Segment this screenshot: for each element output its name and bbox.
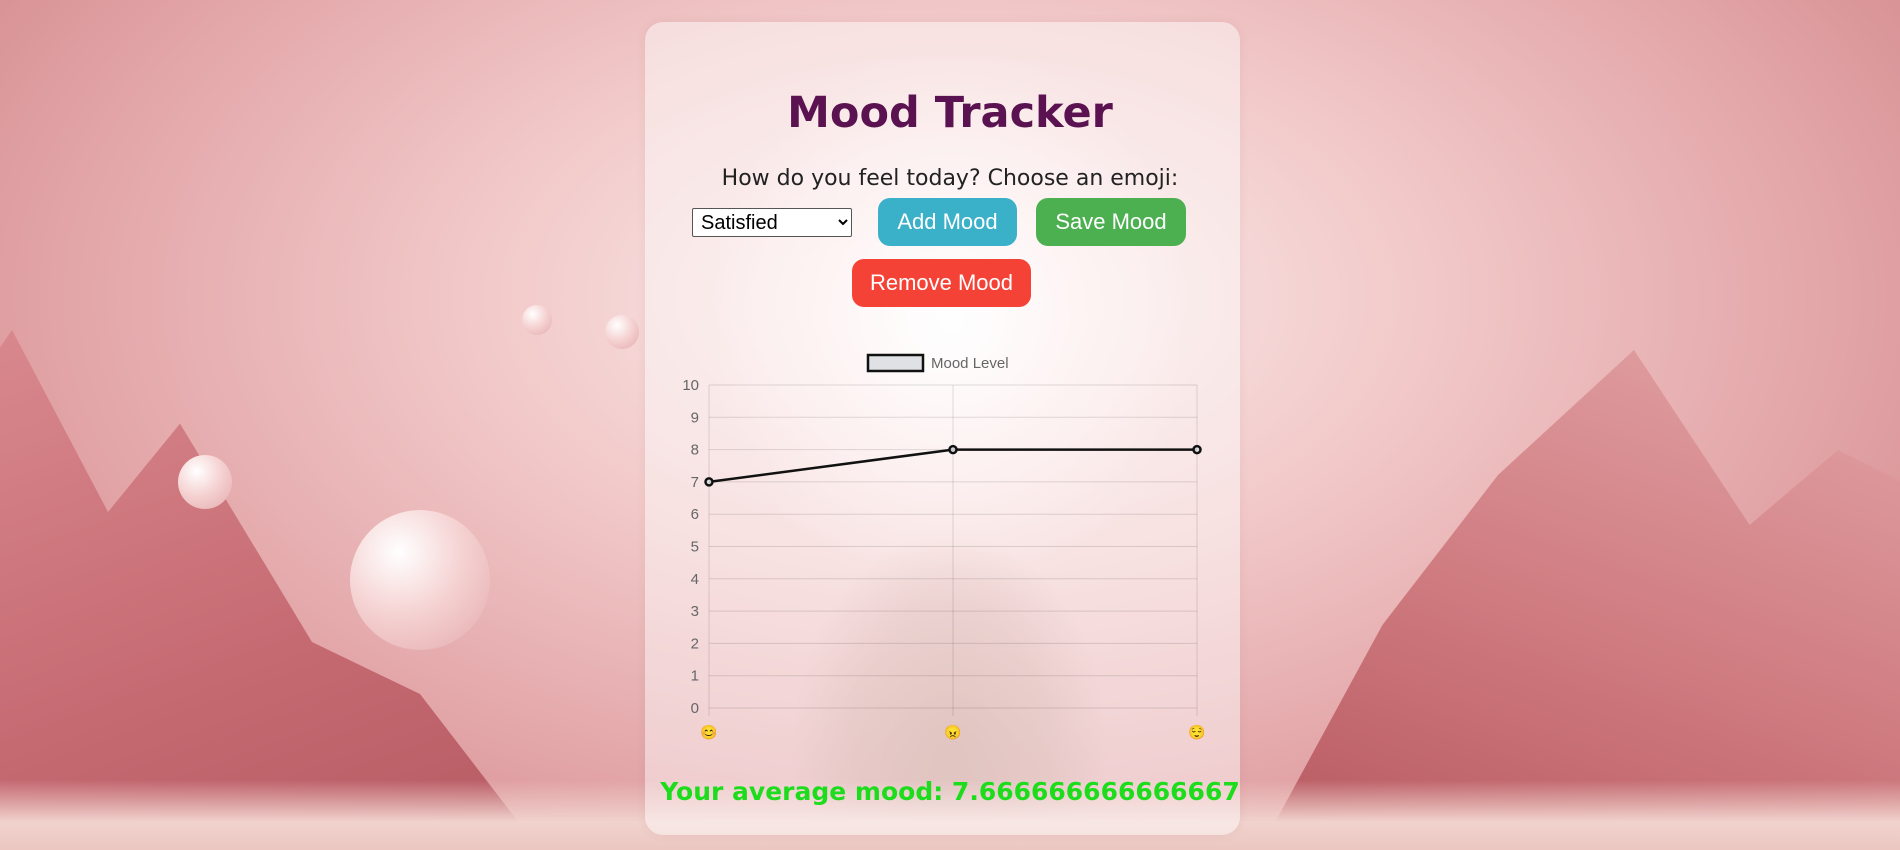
background-orb <box>178 455 232 509</box>
average-mood-text: Your average mood: 7.666666666666667 <box>660 777 1240 806</box>
mood-prompt: How do you feel today? Choose an emoji: <box>721 166 1179 191</box>
save-mood-button[interactable]: Save Mood <box>1036 198 1186 246</box>
chart-data-point <box>948 444 958 455</box>
chart-y-tick-label: 4 <box>691 571 699 588</box>
chart-data-point <box>1192 444 1202 455</box>
chart-y-tick-label: 1 <box>691 668 699 685</box>
chart-legend-label: Mood Level <box>931 355 1009 372</box>
chart-y-tick-label: 2 <box>691 635 699 652</box>
chart-y-tick-label: 7 <box>691 474 699 491</box>
mood-level-chart: 0 1 2 3 4 5 6 7 8 9 10 😊 😠 😌 Mood Level <box>682 353 1206 740</box>
chart-y-tick-label: 0 <box>691 700 699 717</box>
background-orb <box>605 315 639 349</box>
add-mood-button[interactable]: Add Mood <box>878 198 1017 246</box>
background-orb <box>350 510 490 650</box>
chart-x-tick-label: 😌 <box>1188 724 1205 740</box>
chart-data-point <box>704 477 714 487</box>
chart-x-tick-label: 😊 <box>700 724 717 740</box>
chart-legend-swatch <box>866 353 925 373</box>
mood-select[interactable]: Satisfied <box>692 208 852 237</box>
chart-x-tick-label: 😠 <box>944 724 961 740</box>
chart-y-tick-label: 5 <box>691 539 699 556</box>
chart-y-tick-label: 9 <box>691 409 699 426</box>
chart-y-tick-label: 6 <box>691 506 699 523</box>
remove-mood-button[interactable]: Remove Mood <box>852 259 1031 307</box>
chart-y-tick-label: 8 <box>691 442 699 459</box>
chart-y-tick-label: 3 <box>691 603 699 620</box>
page-title: Mood Tracker <box>787 88 1113 138</box>
background-mountains-right <box>1260 350 1900 850</box>
chart-y-tick-label: 10 <box>682 377 699 394</box>
background-orb <box>522 305 552 335</box>
